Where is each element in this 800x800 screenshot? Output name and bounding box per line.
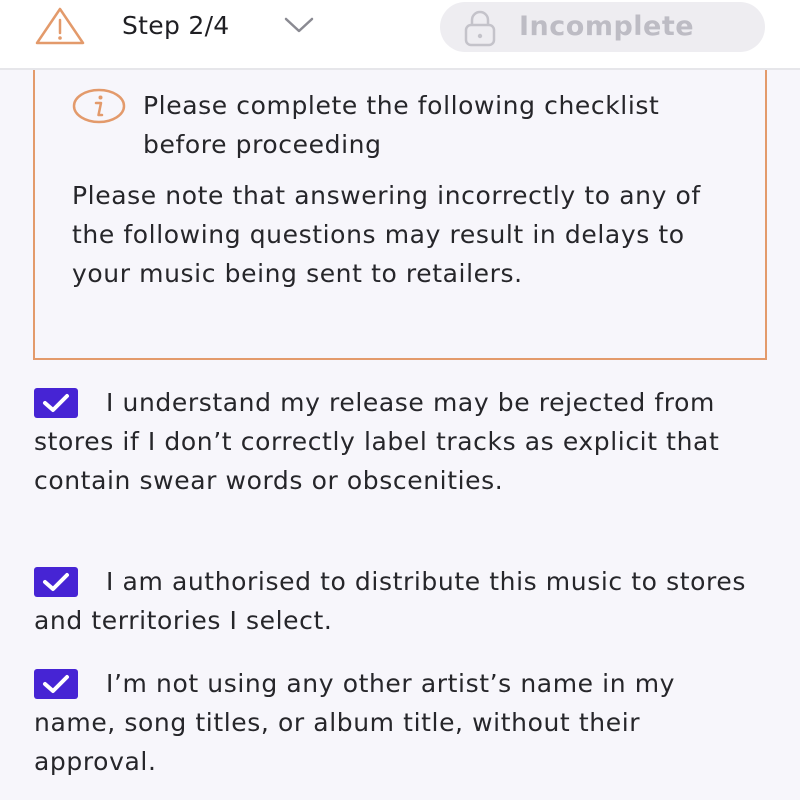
info-circle-icon (72, 88, 126, 124)
checklist-item-explicit-label: I understand my release may be rejected … (34, 383, 754, 500)
chevron-down-icon[interactable] (284, 14, 314, 36)
notice-title: Please complete the following checklist … (143, 91, 660, 159)
status-label: Incomplete (519, 11, 695, 42)
step-indicator: Step 2/4 (122, 11, 230, 40)
lock-icon (462, 9, 498, 47)
checklist-item-text: I’m not using any other artist’s name in… (34, 669, 676, 776)
top-bar: Step 2/4 Incomplete (0, 0, 800, 70)
status-badge: Incomplete (440, 2, 765, 52)
authorised-checkbox[interactable] (34, 567, 78, 597)
checklist-item-text: I am authorised to distribute this music… (34, 567, 746, 635)
checklist-notice: Please complete the following checklist … (33, 70, 767, 360)
explicit-label-checkbox[interactable] (34, 388, 78, 418)
checklist-item-artist-name: I’m not using any other artist’s name in… (34, 664, 754, 781)
notice-body: Please note that answering incorrectly t… (72, 181, 701, 288)
artist-name-checkbox[interactable] (34, 669, 78, 699)
checklist-item-text: I understand my release may be rejected … (34, 388, 720, 495)
warning-triangle-icon (34, 6, 86, 46)
checklist-item-authorised: I am authorised to distribute this music… (34, 562, 754, 640)
